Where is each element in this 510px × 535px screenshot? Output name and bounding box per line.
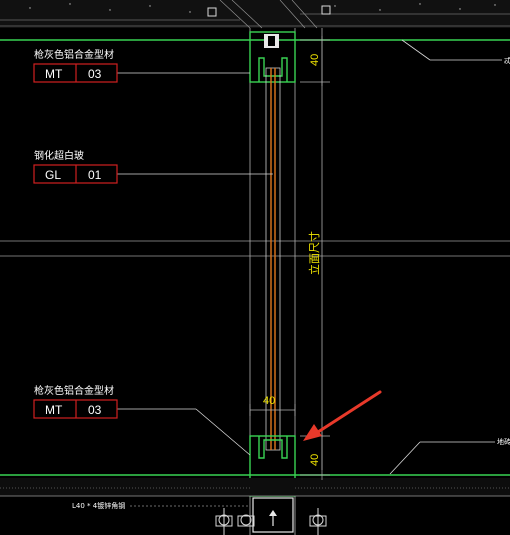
floor [0,474,510,497]
ceiling-hatch [0,0,510,29]
bottom-material-label: 枪灰色铝合金型材 [34,384,114,397]
dim-bottom-horizontal: 40 [263,395,275,407]
glass-label: 钢化超白玻 [34,149,84,162]
tag-gl-code: GL [45,168,61,182]
dim-top: 40 [309,54,321,66]
top-bolt [264,34,279,48]
right-top-label: 忒 [504,56,510,65]
dim-bottom-vertical: 40 [309,454,321,466]
angle-steel-label: L40 * 4镀锌角钢 [72,501,125,510]
right-bottom-label: 地砖 [497,437,510,446]
elevation-dimension-label: 立面尺寸 [307,231,321,275]
tag-mt-top-num: 03 [88,67,102,81]
tag-mt-bottom-code: MT [45,403,63,417]
cad-drawing: 40 40 40 立面尺寸 枪灰色铝合金型材 钢化超白玻 枪灰色铝合金型材 忒 … [0,0,510,535]
tag-mt-bottom-num: 03 [88,403,102,417]
tag-mt-top-code: MT [45,67,63,81]
top-material-label: 枪灰色铝合金型材 [34,48,114,61]
tag-gl-num: 01 [88,168,102,182]
